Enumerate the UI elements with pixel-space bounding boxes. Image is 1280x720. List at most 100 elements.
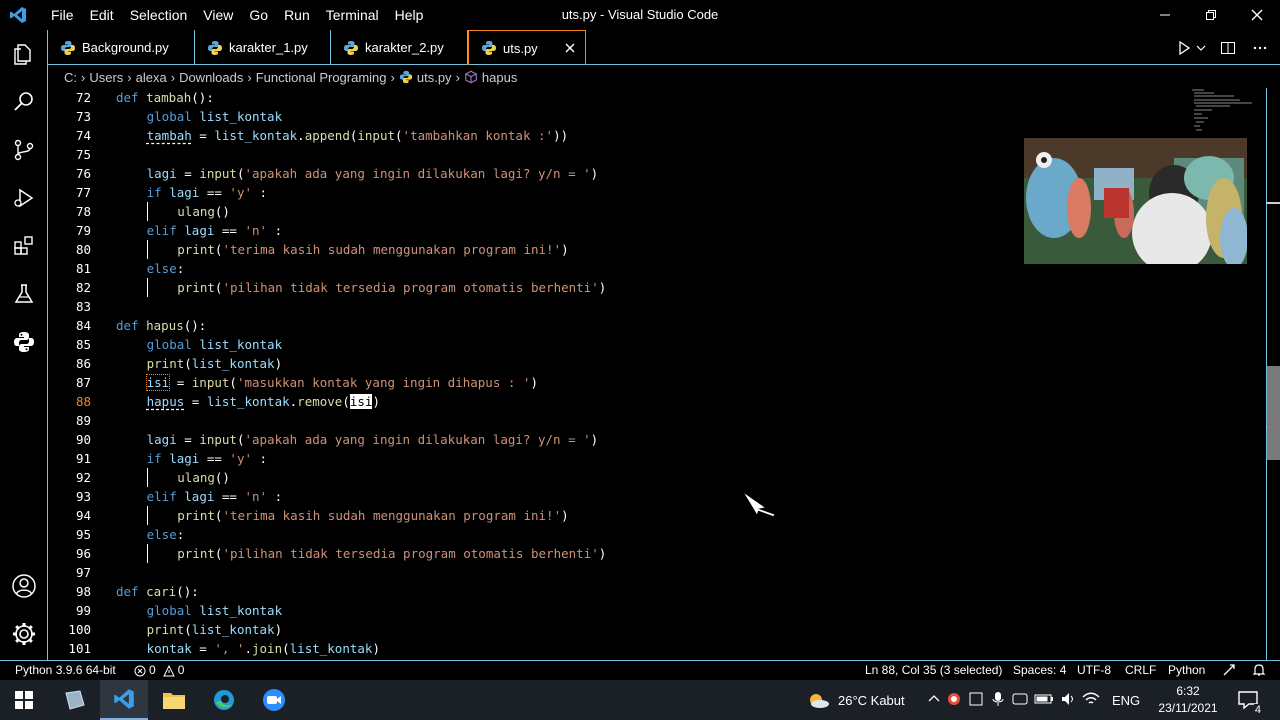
minimize-button[interactable]	[1142, 0, 1188, 30]
task-view-app-icon[interactable]	[50, 680, 98, 720]
code-line[interactable]: 75	[48, 145, 1188, 164]
code-line[interactable]: 90 lagi = input('apakah ada yang ingin di…	[48, 430, 1188, 449]
code-line[interactable]: 89	[48, 411, 1188, 430]
testing-icon[interactable]	[0, 270, 48, 318]
code-line[interactable]: 84 def hapus():	[48, 316, 1188, 335]
language-mode[interactable]: Python	[1168, 661, 1205, 680]
indentation[interactable]: Spaces: 4	[1013, 661, 1066, 680]
editor-actions	[1172, 30, 1280, 65]
python-interpreter[interactable]: Python 3.9.6 64-bit	[15, 661, 116, 680]
tab-uts-py[interactable]: uts.py	[468, 30, 586, 65]
tab-background-py[interactable]: Background.py	[48, 30, 195, 65]
zoom-app-icon[interactable]	[250, 680, 298, 720]
code-line[interactable]: 96 print('pilihan tidak tersedia program …	[48, 544, 1188, 563]
clock[interactable]: 6:32 23/11/2021	[1148, 683, 1228, 717]
code-line[interactable]: 78 ulang()	[48, 202, 1188, 221]
menu-view[interactable]: View	[195, 0, 241, 30]
code-token: print	[177, 508, 215, 523]
code-line[interactable]: 93 elif lagi == 'n' :	[48, 487, 1188, 506]
tab-karakter-2-py[interactable]: karakter_2.py	[331, 30, 468, 65]
breadcrumb-drive[interactable]: C:	[64, 70, 77, 85]
input-language[interactable]: ENG	[1112, 693, 1140, 708]
code-line[interactable]: 74 tambah = list_kontak.append(input('tam…	[48, 126, 1188, 145]
cursor-position[interactable]: Ln 88, Col 35 (3 selected)	[865, 661, 1002, 680]
line-number: 72	[75, 90, 91, 105]
code-line[interactable]: 82 print('pilihan tidak tersedia program …	[48, 278, 1188, 297]
chevron-down-icon[interactable]	[1194, 36, 1208, 60]
close-window-button[interactable]	[1234, 0, 1280, 30]
breadcrumb-folder[interactable]: Functional Programing	[256, 70, 387, 85]
code-line[interactable]: 91 if lagi == 'y' :	[48, 449, 1188, 468]
source-control-icon[interactable]	[0, 126, 48, 174]
extensions-icon[interactable]	[0, 222, 48, 270]
code-line[interactable]: 97	[48, 563, 1188, 582]
code-line[interactable]: 92 ulang()	[48, 468, 1188, 487]
end-of-line[interactable]: CRLF	[1125, 661, 1156, 680]
code-line[interactable]: 81 else:	[48, 259, 1188, 278]
run-debug-icon[interactable]	[0, 174, 48, 222]
microphone-icon[interactable]	[990, 691, 1006, 710]
edge-browser-icon[interactable]	[200, 680, 248, 720]
weather-widget[interactable]: 26°C Kabut	[806, 680, 905, 720]
python-icon[interactable]	[0, 318, 48, 366]
wifi-icon[interactable]	[1082, 691, 1100, 710]
windows-start-icon[interactable]	[0, 680, 48, 720]
search-icon[interactable]	[0, 78, 48, 126]
menu-edit[interactable]: Edit	[82, 0, 122, 30]
code-line[interactable]: 101 kontak = ', '.join(list_kontak)	[48, 639, 1188, 658]
code-line[interactable]: 83	[48, 297, 1188, 316]
notification-center-icon[interactable]: 4	[1228, 680, 1268, 720]
problems-indicator[interactable]: 0 0	[134, 661, 184, 680]
code-line[interactable]: 100 print(list_kontak)	[48, 620, 1188, 639]
code-text: if lagi == 'y' :	[147, 183, 267, 202]
code-line[interactable]: 99 global list_kontak	[48, 601, 1188, 620]
battery-icon[interactable]	[1034, 693, 1054, 708]
breadcrumb-users[interactable]: Users	[89, 70, 123, 85]
code-token: input	[357, 128, 396, 143]
tab-karakter-1-py[interactable]: karakter_1.py	[195, 30, 331, 65]
code-line[interactable]: 98 def cari():	[48, 582, 1188, 601]
code-line[interactable]: 76 lagi = input('apakah ada yang ingin di…	[48, 164, 1188, 183]
code-line[interactable]: 86 print(list_kontak)	[48, 354, 1188, 373]
code-token: print	[177, 546, 215, 561]
code-line[interactable]: 88 hapus = list_kontak.remove(isi)	[48, 392, 1188, 411]
menu-go[interactable]: Go	[241, 0, 276, 30]
code-line[interactable]: 87 isi = input('masukkan kontak yang ingi…	[48, 373, 1188, 392]
breadcrumb-file[interactable]: uts.py	[417, 70, 452, 85]
menu-terminal[interactable]: Terminal	[318, 0, 387, 30]
run-python-file-icon[interactable]	[1172, 36, 1196, 60]
explorer-icon[interactable]	[0, 30, 48, 78]
menu-run[interactable]: Run	[276, 0, 318, 30]
restore-button[interactable]	[1188, 0, 1234, 30]
close-tab-icon[interactable]	[562, 40, 578, 56]
code-line[interactable]: 94 print('terima kasih sudah menggunakan …	[48, 506, 1188, 525]
breadcrumb-downloads[interactable]: Downloads	[179, 70, 243, 85]
code-line[interactable]: 95 else:	[48, 525, 1188, 544]
code-line[interactable]: 72 def tambah():	[48, 88, 1188, 107]
meet-now-icon[interactable]	[1012, 691, 1028, 710]
menu-help[interactable]: Help	[387, 0, 432, 30]
tray-app-icon[interactable]	[946, 691, 962, 710]
menu-selection[interactable]: Selection	[122, 0, 196, 30]
tray-app-icon[interactable]	[968, 691, 984, 710]
split-editor-icon[interactable]	[1216, 36, 1240, 60]
code-line[interactable]: 73 global list_kontak	[48, 107, 1188, 126]
code-text: isi = input('masukkan kontak yang ingin …	[145, 373, 538, 392]
manage-gear-icon[interactable]	[0, 610, 48, 658]
chevron-up-icon[interactable]	[928, 693, 940, 708]
volume-icon[interactable]	[1060, 691, 1076, 710]
account-icon[interactable]	[0, 562, 48, 610]
code-line[interactable]: 77 if lagi == 'y' :	[48, 183, 1188, 202]
encoding[interactable]: UTF-8	[1077, 661, 1111, 680]
vscode-taskbar-icon[interactable]	[100, 680, 148, 720]
breadcrumb-symbol[interactable]: hapus	[482, 70, 517, 85]
breadcrumb-alexa[interactable]: alexa	[136, 70, 167, 85]
scrollbar-thumb[interactable]	[1267, 366, 1280, 460]
menu-file[interactable]: File	[43, 0, 82, 30]
more-actions-icon[interactable]	[1248, 36, 1272, 60]
code-line[interactable]: 80 print('terima kasih sudah menggunakan …	[48, 240, 1188, 259]
code-line[interactable]: 85 global list_kontak	[48, 335, 1188, 354]
file-explorer-icon[interactable]	[150, 680, 198, 720]
code-line[interactable]: 79 elif lagi == 'n' :	[48, 221, 1188, 240]
code-token: 'terima kasih sudah menggunakan program …	[222, 508, 562, 523]
